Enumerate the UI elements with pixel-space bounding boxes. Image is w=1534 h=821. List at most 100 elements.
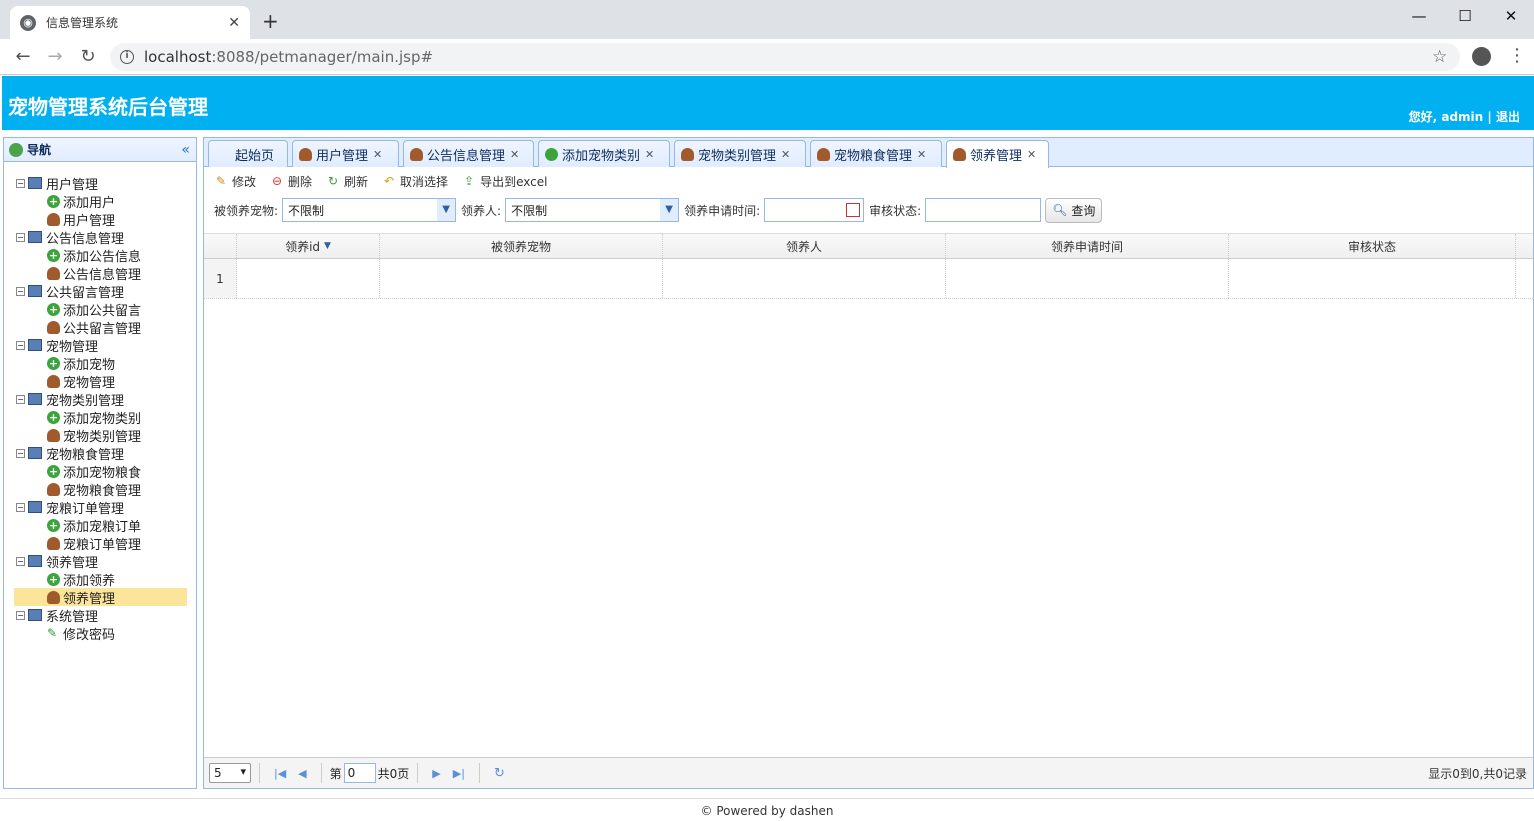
export-button[interactable]: ⇪ 导出到excel xyxy=(462,173,547,190)
column-header-adopter[interactable]: 领养人 xyxy=(663,234,946,258)
nav-item-label: 公告信息管理 xyxy=(63,267,142,283)
nav-item[interactable]: 宠物管理 xyxy=(4,372,196,391)
first-page-icon[interactable]: |◀ xyxy=(274,767,286,780)
nav-item[interactable]: 领养管理 xyxy=(14,588,187,607)
column-header-id[interactable]: 领养id ▼ xyxy=(237,234,380,258)
greeting: 您好, xyxy=(1408,110,1438,124)
collapse-toggle-icon[interactable]: − xyxy=(16,502,25,512)
nav-item[interactable]: 公告信息管理 xyxy=(4,264,196,283)
tab[interactable]: 宠物粮食管理 ✕ xyxy=(810,140,942,167)
last-page-icon[interactable]: ▶| xyxy=(453,767,465,780)
chevron-down-icon[interactable]: ▼ xyxy=(437,199,456,221)
close-tab-icon[interactable]: ✕ xyxy=(228,15,240,31)
nav-item[interactable]: + 添加宠物粮食 xyxy=(4,462,196,481)
info-icon[interactable]: i xyxy=(120,50,134,64)
collapse-toggle-icon[interactable]: − xyxy=(16,178,25,188)
tab[interactable]: 领养管理 ✕ xyxy=(946,140,1049,168)
maximize-button[interactable]: ☐ xyxy=(1442,2,1488,30)
nav-group[interactable]: − 领养管理 xyxy=(4,552,196,571)
forward-button[interactable]: → xyxy=(44,46,66,67)
adopter-label: 领养人: xyxy=(461,203,502,218)
column-header-apply-time[interactable]: 领养申请时间 xyxy=(946,234,1229,258)
browser-tab[interactable]: ◉ 信息管理系统 ✕ xyxy=(10,6,250,39)
prev-page-icon[interactable]: ◀ xyxy=(298,767,306,780)
close-window-button[interactable]: ✕ xyxy=(1488,2,1534,30)
nav-group[interactable]: − 系统管理 xyxy=(4,606,196,625)
nav-item[interactable]: 宠物类别管理 xyxy=(4,426,196,445)
close-icon[interactable]: ✕ xyxy=(917,148,926,161)
collapse-toggle-icon[interactable]: − xyxy=(16,448,25,458)
chevron-down-icon[interactable]: ▼ xyxy=(660,199,679,221)
collapse-toggle-icon[interactable]: − xyxy=(16,394,25,404)
close-icon[interactable]: ✕ xyxy=(645,148,654,161)
tab[interactable]: 添加宠物类别 ✕ xyxy=(538,140,670,167)
collapse-toggle-icon[interactable]: − xyxy=(16,286,25,296)
logout-link[interactable]: 退出 xyxy=(1496,110,1520,124)
nav-item[interactable]: + 添加公告信息 xyxy=(4,246,196,265)
tab[interactable]: 公告信息管理 ✕ xyxy=(403,140,534,167)
nav-item[interactable]: + 添加宠粮订单 xyxy=(4,516,196,535)
menu-kebab-icon[interactable]: ⋮ xyxy=(1508,45,1526,66)
reload-button[interactable]: ↻ xyxy=(77,46,99,67)
nav-group[interactable]: − 宠物管理 xyxy=(4,336,196,355)
back-button[interactable]: ← xyxy=(12,46,34,67)
nav-item[interactable]: + 添加宠物 xyxy=(4,354,196,373)
nav-item[interactable]: + 添加宠物类别 xyxy=(4,408,196,427)
tab[interactable]: 用户管理 ✕ xyxy=(292,140,399,167)
nav-item[interactable]: 用户管理 xyxy=(4,210,196,229)
column-header-pet[interactable]: 被领养宠物 xyxy=(380,234,663,258)
edit-button[interactable]: ✎ 修改 xyxy=(214,173,256,190)
pet-select[interactable]: 不限制 ▼ xyxy=(282,198,457,222)
next-page-icon[interactable]: ▶ xyxy=(432,767,440,780)
new-tab-button[interactable]: + xyxy=(262,9,279,33)
close-icon[interactable]: ✕ xyxy=(781,148,790,161)
collapse-icon[interactable]: « xyxy=(181,142,190,158)
nav-item[interactable]: 公共留言管理 xyxy=(4,318,196,337)
cell xyxy=(663,259,946,298)
collapse-toggle-icon[interactable]: − xyxy=(16,340,25,350)
close-icon[interactable]: ✕ xyxy=(1027,148,1036,161)
url-field[interactable]: i localhost:8088/petmanager/main.jsp# xyxy=(110,43,1460,71)
tab[interactable]: 宠物类别管理 ✕ xyxy=(674,140,806,167)
tab[interactable]: 起始页 xyxy=(208,140,288,167)
nav-item[interactable]: + 添加用户 xyxy=(4,192,196,211)
calendar-icon[interactable] xyxy=(846,203,861,217)
bookmark-star-icon[interactable]: ☆ xyxy=(1432,47,1447,67)
collapse-toggle-icon[interactable]: − xyxy=(16,232,25,242)
column-header-status[interactable]: 审核状态 xyxy=(1229,234,1516,258)
account-icon[interactable] xyxy=(1472,47,1491,66)
reload-icon[interactable]: ↻ xyxy=(494,766,505,781)
refresh-button[interactable]: ↻ 刷新 xyxy=(326,173,368,190)
page-number-input[interactable]: 0 xyxy=(343,763,376,783)
page-prefix: 第 xyxy=(329,766,342,781)
window-controls: — ☐ ✕ xyxy=(1396,2,1534,30)
edit-icon: ✎ xyxy=(215,174,227,188)
adopter-select[interactable]: 不限制 ▼ xyxy=(505,198,680,222)
minimize-button[interactable]: — xyxy=(1396,2,1442,30)
nav-item[interactable]: + 添加领养 xyxy=(4,570,196,589)
nav-item-label: 添加宠物粮食 xyxy=(63,465,142,481)
page-size-select[interactable]: 5 xyxy=(209,763,251,783)
collapse-toggle-icon[interactable]: − xyxy=(16,556,25,566)
nav-group[interactable]: − 宠物粮食管理 xyxy=(4,444,196,463)
user-icon xyxy=(681,147,694,161)
delete-button[interactable]: ⊖ 删除 xyxy=(270,173,312,190)
nav-tree: − 用户管理 + 添加用户 用户管理 − 公告信息管理 + 添加公告信息 公告信息管理 − 公共留言管… xyxy=(4,162,196,643)
query-button[interactable]: 🔍︎ 查询 xyxy=(1045,197,1103,223)
nav-item[interactable]: 宠物粮食管理 xyxy=(4,480,196,499)
apply-time-field[interactable] xyxy=(764,198,865,222)
cancel-select-button[interactable]: ↶ 取消选择 xyxy=(382,173,448,190)
nav-group[interactable]: − 公共留言管理 xyxy=(4,282,196,301)
nav-group[interactable]: − 公告信息管理 xyxy=(4,228,196,247)
nav-item[interactable]: ✎ 修改密码 xyxy=(4,624,196,643)
nav-group[interactable]: − 用户管理 xyxy=(4,174,196,193)
close-icon[interactable]: ✕ xyxy=(510,148,519,161)
nav-group[interactable]: − 宠粮订单管理 xyxy=(4,498,196,517)
nav-item[interactable]: + 添加公共留言 xyxy=(4,300,196,319)
collapse-toggle-icon[interactable]: − xyxy=(16,610,25,620)
table-row[interactable]: 1 xyxy=(204,259,1533,299)
nav-item[interactable]: 宠粮订单管理 xyxy=(4,534,196,553)
status-field[interactable] xyxy=(925,198,1042,222)
close-icon[interactable]: ✕ xyxy=(373,148,382,161)
nav-group[interactable]: − 宠物类别管理 xyxy=(4,390,196,409)
